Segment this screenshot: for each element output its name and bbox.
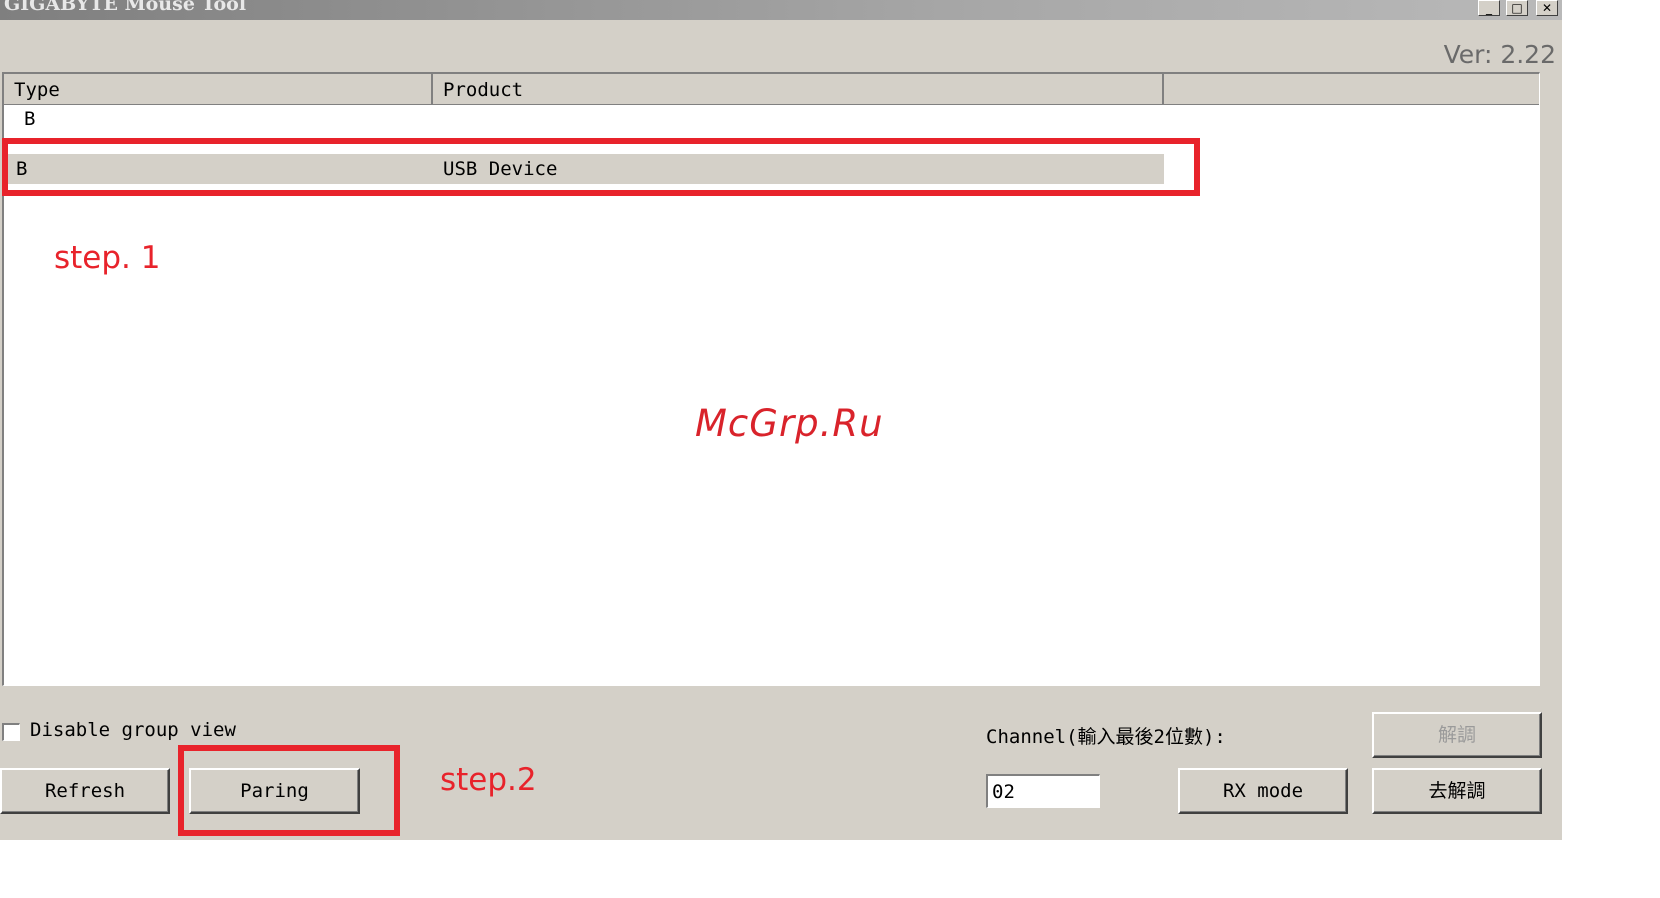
step2-highlight-box xyxy=(178,745,400,836)
maximize-button[interactable]: □ xyxy=(1506,0,1528,16)
column-type[interactable]: Type xyxy=(4,74,433,104)
rx-mode-button[interactable]: RX mode xyxy=(1178,768,1348,814)
go-unpair-button[interactable]: 去解調 xyxy=(1372,768,1542,814)
unpair-button[interactable]: 解調 xyxy=(1372,712,1542,758)
mouse-tool-window: GIGABYTE Mouse Tool _ □ ✕ Ver: 2.22 Type… xyxy=(0,0,1660,898)
group-header: B xyxy=(24,108,36,130)
step1-annotation: step. 1 xyxy=(54,240,161,276)
watermark: McGrp.Ru xyxy=(695,402,884,445)
step2-annotation: step.2 xyxy=(440,762,537,798)
step1-highlight-box xyxy=(2,138,1200,196)
minimize-button[interactable]: _ xyxy=(1478,0,1500,16)
close-button[interactable]: ✕ xyxy=(1536,0,1558,16)
list-header: Type Product xyxy=(4,74,1539,105)
window-title: GIGABYTE Mouse Tool xyxy=(4,0,247,15)
disable-group-view-label[interactable]: Disable group view xyxy=(30,719,236,741)
channel-input[interactable] xyxy=(986,774,1100,808)
title-bar: GIGABYTE Mouse Tool xyxy=(0,0,1660,20)
page-background-bottom xyxy=(0,840,1660,898)
page-background-right xyxy=(1562,0,1660,898)
column-product[interactable]: Product xyxy=(433,74,1164,104)
channel-label: Channel(輸入最後2位數): xyxy=(986,726,1226,748)
version-label: Ver: 2.22 xyxy=(1443,40,1556,69)
refresh-button[interactable]: Refresh xyxy=(0,768,170,814)
column-extra[interactable] xyxy=(1164,74,1540,104)
disable-group-view-checkbox[interactable] xyxy=(2,723,20,741)
